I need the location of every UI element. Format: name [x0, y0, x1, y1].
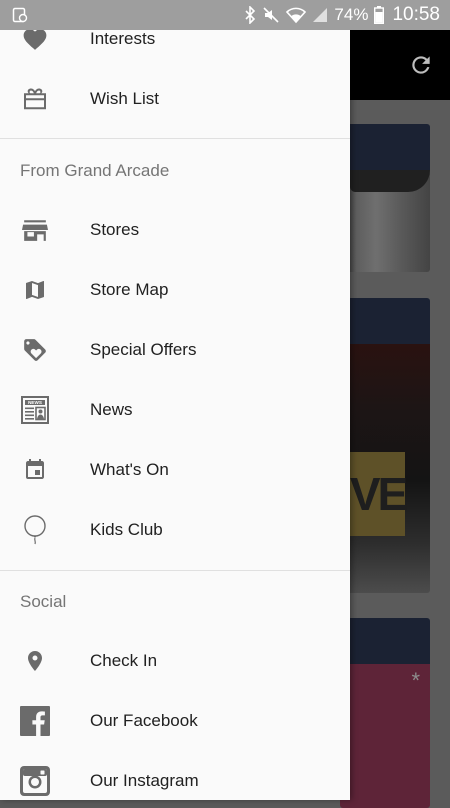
- balloon-icon: [20, 515, 50, 545]
- section-title-from-grand-arcade: From Grand Arcade: [20, 161, 170, 180]
- instagram-icon: [20, 766, 50, 796]
- signal-icon: [312, 7, 328, 23]
- tag-heart-icon: [20, 335, 50, 365]
- menu-item-kids-club[interactable]: Kids Club: [0, 500, 350, 560]
- card-image: *: [340, 664, 430, 808]
- menu-item-our-facebook[interactable]: Our Facebook: [0, 691, 350, 751]
- calendar-icon: [20, 455, 50, 485]
- divider: [0, 138, 350, 139]
- menu-item-label: Kids Club: [90, 520, 163, 539]
- status-clock: 10:58: [392, 4, 440, 25]
- card-image: VE: [340, 344, 430, 593]
- divider: [0, 570, 350, 571]
- menu-item-label: Special Offers: [90, 340, 197, 359]
- menu-item-label: Our Facebook: [90, 711, 198, 730]
- card-header: [340, 124, 430, 170]
- section-title-social: Social: [20, 592, 67, 611]
- menu-item-news[interactable]: NEWS News: [0, 380, 350, 440]
- menu-item-special-offers[interactable]: Special Offers: [0, 320, 350, 380]
- battery-icon: [374, 6, 385, 24]
- mute-icon: [262, 6, 280, 24]
- notification-icon: [12, 7, 28, 28]
- menu-item-label: Store Map: [90, 280, 169, 299]
- feed-card[interactable]: *: [340, 618, 430, 808]
- card-sign-text: VE: [350, 452, 408, 536]
- feed-card[interactable]: [340, 124, 430, 272]
- menu-item-label: Our Instagram: [90, 771, 199, 790]
- card-image: [340, 170, 430, 272]
- menu-item-label: What's On: [90, 460, 169, 479]
- menu-item-label: Stores: [90, 220, 140, 239]
- facebook-icon: [20, 706, 50, 736]
- menu-item-store-map[interactable]: Store Map: [0, 260, 350, 320]
- feed-card[interactable]: VE: [340, 298, 430, 593]
- navigation-drawer: Interests Wish List From Grand Arcade St…: [0, 30, 350, 800]
- menu-item-our-instagram[interactable]: Our Instagram: [0, 751, 350, 800]
- card-header: [340, 618, 430, 664]
- status-bar: 74% 10:58: [0, 0, 450, 30]
- card-mark: *: [411, 668, 420, 693]
- menu-item-label: News: [90, 400, 133, 419]
- menu-item-interests[interactable]: Interests: [0, 30, 350, 69]
- battery-percent: 74%: [334, 5, 369, 24]
- menu-item-whats-on[interactable]: What's On: [0, 440, 350, 500]
- menu-item-stores[interactable]: Stores: [0, 200, 350, 260]
- location-pin-icon: [20, 646, 50, 676]
- menu-item-check-in[interactable]: Check In: [0, 631, 350, 691]
- heart-icon: [20, 30, 50, 54]
- map-icon: [20, 275, 50, 305]
- gift-icon: [20, 84, 50, 114]
- store-icon: [20, 215, 50, 245]
- bluetooth-icon: [244, 6, 256, 24]
- menu-item-label: Wish List: [90, 89, 159, 108]
- newspaper-icon: NEWS: [20, 395, 50, 425]
- menu-item-label: Check In: [90, 651, 158, 670]
- svg-text:NEWS: NEWS: [28, 400, 42, 405]
- menu-item-label: Interests: [90, 30, 156, 48]
- wifi-icon: [286, 6, 307, 24]
- menu-item-wish-list[interactable]: Wish List: [0, 69, 350, 129]
- refresh-icon[interactable]: [408, 52, 434, 83]
- card-header: [340, 298, 430, 344]
